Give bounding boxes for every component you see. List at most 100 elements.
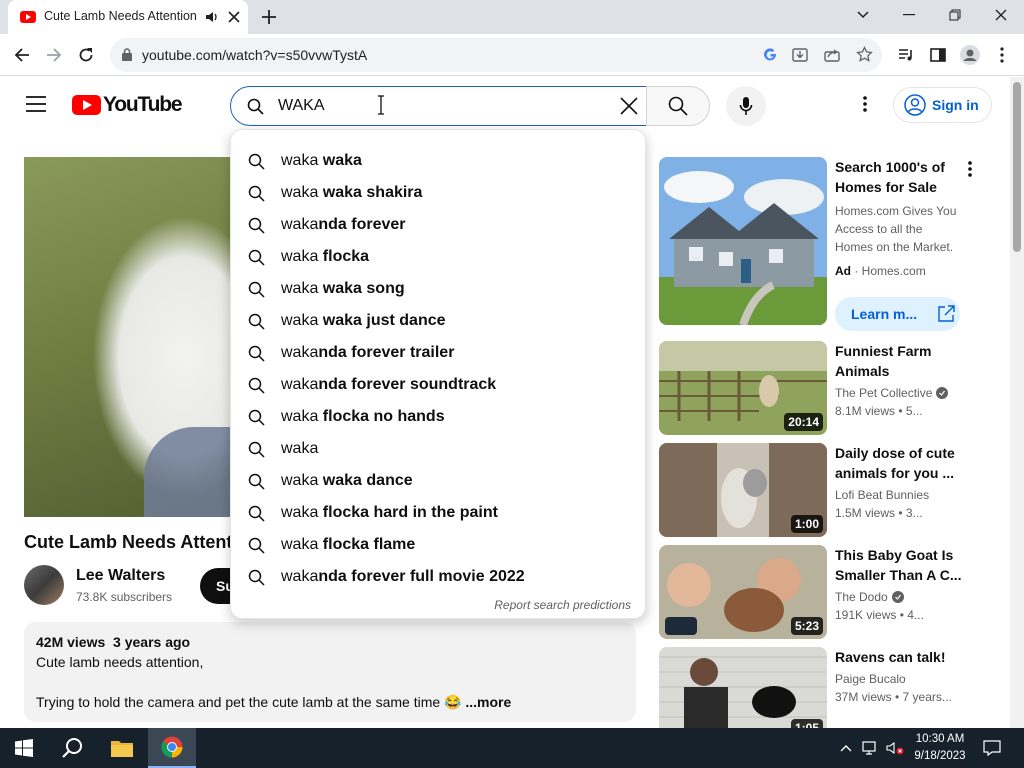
search-suggestion[interactable]: waka waka shakira bbox=[231, 177, 647, 209]
ad-thumbnail[interactable] bbox=[659, 157, 827, 325]
speaker-icon[interactable] bbox=[205, 10, 219, 24]
ad-learn-more-button[interactable]: Learn m... bbox=[835, 297, 960, 331]
search-suggestion[interactable]: waka waka song bbox=[231, 273, 647, 305]
browser-menu-icon[interactable] bbox=[990, 43, 1014, 67]
search-suggestion[interactable]: waka waka bbox=[231, 145, 647, 177]
search-suggestion[interactable]: waka waka just dance bbox=[231, 305, 647, 337]
reload-icon[interactable] bbox=[74, 43, 98, 67]
suggestion-completion-part: flocka no hands bbox=[318, 408, 445, 425]
suggestion-text: waka waka just dance bbox=[281, 312, 446, 330]
share-icon[interactable] bbox=[824, 47, 840, 63]
profile-avatar-icon[interactable] bbox=[958, 43, 982, 67]
suggestion-search-icon bbox=[248, 281, 266, 298]
search-suggestion[interactable]: wakanda forever bbox=[231, 209, 647, 241]
report-search-predictions-link[interactable]: Report search predictions bbox=[494, 598, 631, 612]
related-video-1-thumbnail[interactable]: 20:14 bbox=[659, 341, 827, 435]
search-suggestion[interactable]: wakanda forever trailer bbox=[231, 337, 647, 369]
suggestion-typed-part: waka bbox=[281, 568, 319, 585]
suggestion-search-icon bbox=[248, 473, 266, 490]
close-tab-icon[interactable] bbox=[228, 11, 240, 23]
ad-title[interactable]: Search 1000's of Homes for Sale bbox=[835, 157, 965, 197]
related-video-3-meta: 191K views • 4... bbox=[835, 608, 924, 622]
start-button[interactable] bbox=[0, 728, 48, 768]
description-line-2: Trying to hold the camera and pet the cu… bbox=[36, 694, 462, 710]
related-video-1-channel[interactable]: The Pet Collective bbox=[835, 386, 932, 400]
minimize-icon[interactable] bbox=[886, 0, 932, 30]
related-video-1-title[interactable]: Funniest Farm Animals bbox=[835, 341, 965, 381]
related-video-4-thumbnail[interactable]: 1:05 bbox=[659, 647, 827, 728]
scrollbar-thumb[interactable] bbox=[1013, 82, 1021, 252]
tab-search-chevron-icon[interactable] bbox=[840, 0, 886, 30]
raven-image bbox=[659, 647, 827, 728]
google-lens-icon[interactable] bbox=[762, 47, 778, 63]
channel-name[interactable]: Lee Walters bbox=[76, 567, 165, 585]
external-link-icon bbox=[938, 305, 955, 322]
search-suggestion[interactable]: wakanda forever soundtrack bbox=[231, 369, 647, 401]
taskbar-search-button[interactable] bbox=[50, 728, 96, 768]
browser-tab[interactable]: Cute Lamb Needs Attention bbox=[8, 0, 248, 34]
related-video-2-title[interactable]: Daily dose of cute animals for you ... bbox=[835, 443, 965, 483]
install-app-icon[interactable] bbox=[792, 47, 808, 63]
address-bar[interactable]: youtube.com/watch?v=s50vvwTystA bbox=[110, 38, 882, 72]
sign-in-button[interactable]: Sign in bbox=[893, 87, 992, 123]
clear-search-icon[interactable] bbox=[620, 97, 638, 115]
search-suggestion[interactable]: waka flocka hard in the paint bbox=[231, 497, 647, 529]
back-icon[interactable] bbox=[10, 43, 34, 67]
volume-muted-icon[interactable] bbox=[884, 728, 906, 768]
related-video-4[interactable]: 1:05 Ravens can talk! Paige Bucalo 37M v… bbox=[659, 647, 999, 728]
folder-icon bbox=[111, 741, 133, 757]
search-suggestion[interactable]: waka flocka flame bbox=[231, 529, 647, 561]
channel-avatar[interactable] bbox=[24, 565, 64, 605]
suggestion-typed-part: waka bbox=[281, 280, 319, 297]
taskbar-clock[interactable]: 10:30 AM 9/18/2023 bbox=[908, 731, 972, 765]
related-video-3-thumbnail[interactable]: 5:23 bbox=[659, 545, 827, 639]
search-button[interactable] bbox=[646, 86, 710, 126]
suggestion-text: wakanda forever bbox=[281, 216, 406, 234]
description-line-1: Cute lamb needs attention, bbox=[36, 654, 204, 670]
search-suggestion[interactable]: waka waka dance bbox=[231, 465, 647, 497]
related-video-3-channel[interactable]: The Dodo bbox=[835, 590, 888, 604]
ad-badge: Ad bbox=[835, 264, 851, 278]
show-hidden-icons-chevron-icon[interactable] bbox=[836, 728, 856, 768]
settings-more-icon[interactable] bbox=[863, 96, 867, 112]
file-explorer-button[interactable] bbox=[98, 728, 146, 768]
more-link[interactable]: ...more bbox=[461, 694, 511, 710]
side-panel-icon[interactable] bbox=[926, 43, 950, 67]
suggestion-completion-part: flocka hard in the paint bbox=[318, 504, 498, 521]
search-suggestion[interactable]: waka bbox=[231, 433, 647, 465]
search-suggestion[interactable]: waka flocka bbox=[231, 241, 647, 273]
forward-icon[interactable] bbox=[42, 43, 66, 67]
related-video-2-channel[interactable]: Lofi Beat Bunnies bbox=[835, 488, 929, 502]
description-box[interactable]: 42M views 3 years ago Cute lamb needs at… bbox=[24, 622, 636, 722]
suggestion-text: waka waka bbox=[281, 152, 362, 170]
notifications-icon[interactable] bbox=[980, 728, 1004, 768]
related-video-3-title[interactable]: This Baby Goat Is Smaller Than A C... bbox=[835, 545, 965, 585]
network-icon[interactable] bbox=[860, 728, 882, 768]
search-input[interactable]: WAKA bbox=[230, 86, 647, 126]
related-video-2-thumbnail[interactable]: 1:00 bbox=[659, 443, 827, 537]
tab-title: Cute Lamb Needs Attention bbox=[44, 9, 197, 23]
search-suggestion[interactable]: waka flocka no hands bbox=[231, 401, 647, 433]
hamburger-menu-icon[interactable] bbox=[26, 96, 46, 112]
voice-search-button[interactable] bbox=[726, 86, 766, 126]
suggestion-search-icon bbox=[248, 377, 266, 394]
related-video-4-channel[interactable]: Paige Bucalo bbox=[835, 672, 906, 686]
new-tab-icon[interactable] bbox=[260, 8, 278, 26]
search-suggestion[interactable]: wakanda forever full movie 2022 bbox=[231, 561, 647, 593]
suggestion-text: waka waka song bbox=[281, 280, 405, 298]
lock-icon[interactable] bbox=[122, 48, 132, 61]
media-control-icon[interactable] bbox=[894, 43, 918, 67]
related-video-4-title[interactable]: Ravens can talk! bbox=[835, 647, 965, 667]
close-window-icon[interactable] bbox=[978, 0, 1024, 30]
windows-logo-icon bbox=[15, 739, 33, 757]
bookmark-star-icon[interactable] bbox=[856, 46, 873, 63]
suggestion-typed-part: waka bbox=[281, 184, 319, 201]
chrome-taskbar-button[interactable] bbox=[148, 728, 196, 768]
suggestion-completion-part: flocka flame bbox=[318, 536, 416, 553]
suggestion-text: wakanda forever trailer bbox=[281, 344, 454, 362]
restore-icon[interactable] bbox=[932, 0, 978, 30]
search-suggestions-dropdown: waka waka waka waka shakira wakanda foreve… bbox=[230, 129, 646, 619]
youtube-logo[interactable]: YouTube bbox=[72, 93, 183, 117]
suggestion-completion-part: waka dance bbox=[318, 472, 413, 489]
ad-more-options-icon[interactable] bbox=[968, 161, 972, 177]
